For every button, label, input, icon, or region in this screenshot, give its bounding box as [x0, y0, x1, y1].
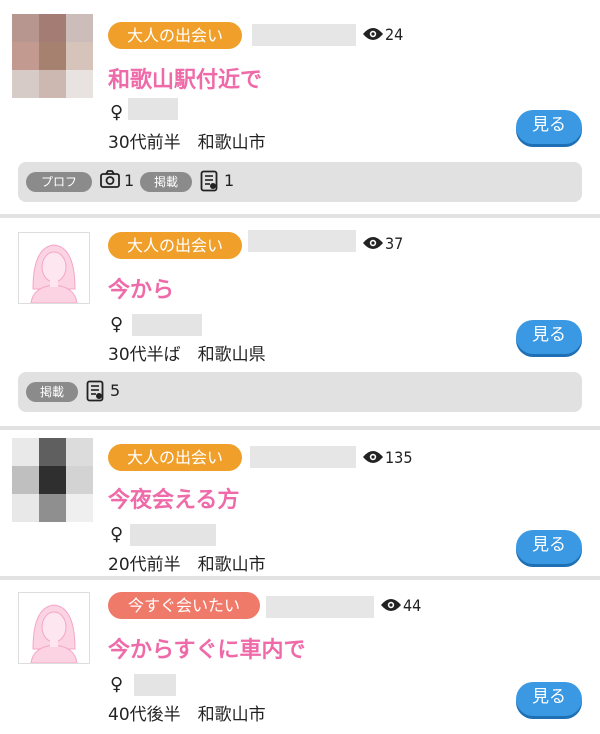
username-blurred [266, 596, 374, 618]
username-blurred [250, 446, 356, 468]
gender-symbol: ♀ [110, 314, 124, 335]
meta-bar: 掲載 5 [18, 372, 582, 412]
listing-card[interactable]: 大人の出会い 24 和歌山駅付近で ♀ 30代前半 和歌山市 見る プロフ 1 … [0, 0, 600, 214]
view-count-value: 24 [385, 25, 404, 44]
listing-card[interactable]: 今すぐ会いたい 44 今からすぐに車内で ♀ 40代後半 和歌山市 見る [0, 580, 600, 734]
age-area-info: 20代前半 和歌山市 [108, 555, 266, 575]
username-blurred [248, 230, 356, 252]
post-pill[interactable]: 掲載 [140, 172, 192, 192]
listing-card[interactable]: 大人の出会い 37 今から ♀ 30代半ば 和歌山県 見る 掲載 5 [0, 218, 600, 426]
view-count-value: 37 [385, 234, 404, 253]
document-icon [200, 170, 218, 196]
age-blurred [132, 314, 202, 336]
avatar[interactable] [12, 14, 94, 98]
female-silhouette-icon [30, 604, 78, 663]
view-count-value: 44 [403, 596, 422, 615]
photo-count: 1 [124, 171, 135, 190]
listing-title[interactable]: 今からすぐに車内で [108, 632, 306, 664]
camera-icon [100, 170, 120, 192]
view-count: 24 [362, 25, 403, 45]
gender-symbol: ♀ [110, 524, 124, 545]
eye-icon [362, 449, 384, 468]
view-button[interactable]: 見る [516, 110, 582, 144]
eye-icon [380, 597, 402, 616]
age-blurred [134, 674, 176, 696]
age-area-info: 40代後半 和歌山市 [108, 705, 266, 725]
listing-title[interactable]: 和歌山駅付近で [108, 62, 262, 94]
avatar[interactable] [12, 438, 94, 522]
age-area-info: 30代前半 和歌山市 [108, 133, 266, 153]
view-button[interactable]: 見る [516, 320, 582, 354]
post-count: 5 [110, 381, 121, 400]
listing-title[interactable]: 今夜会える方 [108, 482, 239, 514]
post-count: 1 [224, 171, 235, 190]
category-badge: 大人の出会い [108, 232, 242, 259]
listing-title[interactable]: 今から [108, 272, 174, 304]
view-count: 44 [380, 596, 421, 616]
gender-symbol: ♀ [110, 102, 124, 123]
meta-bar: プロフ 1 掲載 1 [18, 162, 582, 202]
view-button[interactable]: 見る [516, 530, 582, 564]
category-badge: 今すぐ会いたい [108, 592, 260, 619]
female-silhouette-icon [30, 244, 78, 303]
avatar[interactable] [18, 592, 90, 664]
view-count-value: 135 [385, 448, 413, 467]
eye-icon [362, 26, 384, 45]
document-icon [86, 380, 104, 406]
post-pill[interactable]: 掲載 [26, 382, 78, 402]
view-count: 37 [362, 234, 403, 254]
eye-icon [362, 235, 384, 254]
category-badge: 大人の出会い [108, 444, 242, 471]
gender-symbol: ♀ [110, 674, 124, 695]
age-blurred [128, 98, 178, 120]
profile-pill[interactable]: プロフ [26, 172, 92, 192]
view-button[interactable]: 見る [516, 682, 582, 716]
age-blurred [130, 524, 216, 546]
listing-card[interactable]: 大人の出会い 135 今夜会える方 ♀ 20代前半 和歌山市 見る [0, 430, 600, 576]
username-blurred [252, 24, 356, 46]
view-count: 135 [362, 448, 412, 468]
category-badge: 大人の出会い [108, 22, 242, 49]
avatar[interactable] [18, 232, 90, 304]
age-area-info: 30代半ば 和歌山県 [108, 345, 266, 365]
